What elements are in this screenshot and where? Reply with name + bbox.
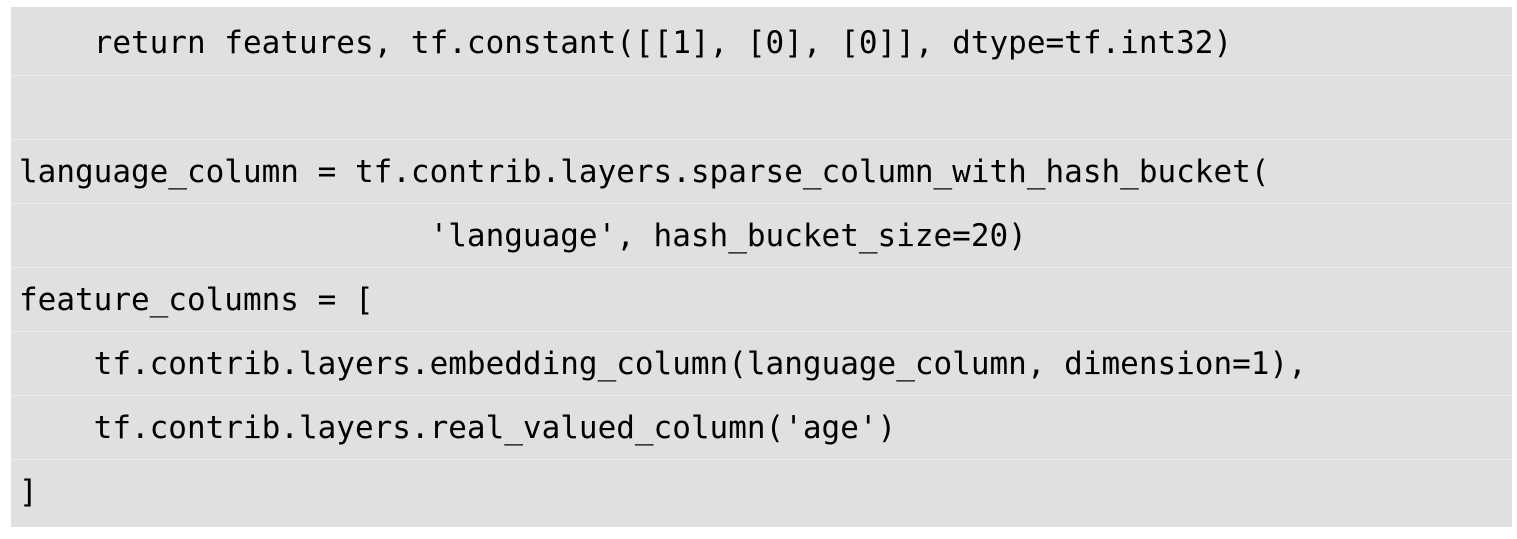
code-line: return features, tf.constant([[1], [0], … <box>19 25 1233 61</box>
code-line: tf.contrib.layers.real_valued_column('ag… <box>11 395 1512 459</box>
code-line: language_column = tf.contrib.layers.spar… <box>11 139 1512 203</box>
code-line: 'language', hash_bucket_size=20) <box>11 203 1512 267</box>
code-block: return features, tf.constant([[1], [0], … <box>11 7 1512 527</box>
code-line: ] <box>11 459 1512 523</box>
code-line: feature_columns = [ <box>11 267 1512 331</box>
code-line: tf.contrib.layers.embedding_column(langu… <box>11 331 1512 395</box>
code-line <box>11 75 1512 139</box>
